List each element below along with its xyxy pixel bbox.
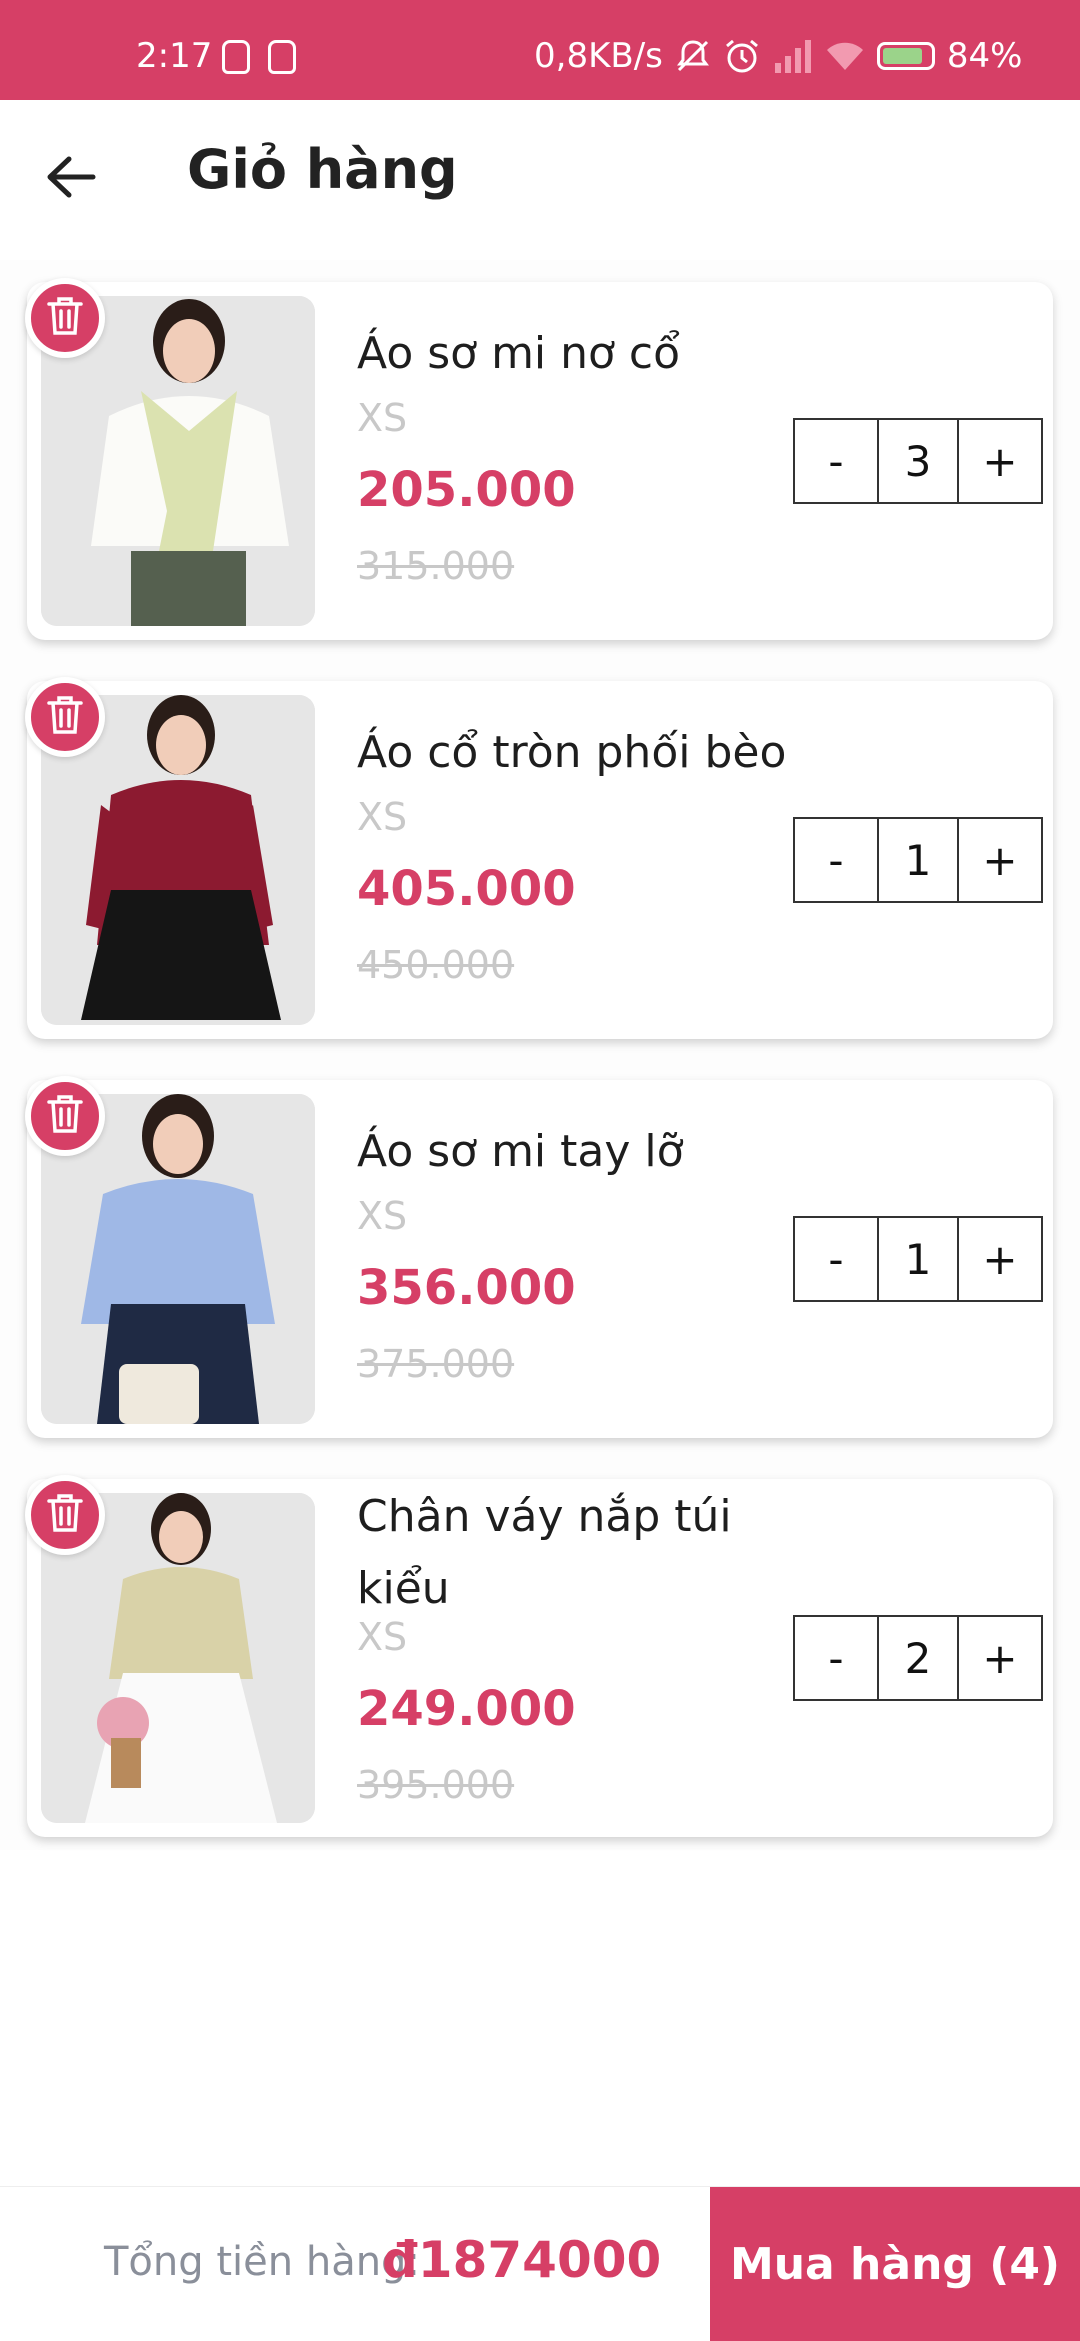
product-name: Áo sơ mi nơ cổ — [357, 328, 681, 379]
increase-button[interactable]: + — [959, 819, 1041, 901]
trash-icon — [45, 1093, 85, 1139]
cart-item[interactable]: Áo cổ tròn phối bèo XS 405.000 450.000 -… — [25, 677, 1053, 1039]
cart-item[interactable]: Áo sơ mi nơ cổ XS 205.000 315.000 - 3 + — [25, 278, 1053, 640]
decrease-button[interactable]: - — [795, 1617, 877, 1699]
product-size: XS — [357, 1194, 408, 1238]
network-speed: 0,8KB/s — [534, 36, 663, 76]
product-old-price: 395.000 — [357, 1763, 515, 1807]
signal-icon — [773, 39, 813, 73]
product-old-price: 450.000 — [357, 943, 515, 987]
increase-button[interactable]: + — [959, 1617, 1041, 1699]
quantity-stepper[interactable]: - 2 + — [793, 1615, 1043, 1701]
bell-off-icon — [675, 38, 711, 74]
product-price: 249.000 — [357, 1681, 576, 1737]
quantity-stepper[interactable]: - 1 + — [793, 1216, 1043, 1302]
quantity-value[interactable]: 1 — [876, 819, 960, 901]
cart-item[interactable]: Áo sơ mi tay lỡ XS 356.000 375.000 - 1 + — [25, 1076, 1053, 1438]
delete-button[interactable] — [25, 1076, 105, 1156]
cart-list[interactable]: Áo sơ mi nơ cổ XS 205.000 315.000 - 3 + — [0, 260, 1080, 1850]
status-bar: 2:17 0,8KB/s 84% — [0, 0, 1080, 100]
notification-app-icon — [268, 40, 296, 74]
product-name: Chân váy nắp túi kiểu — [357, 1491, 732, 1614]
delete-button[interactable] — [25, 677, 105, 757]
trash-icon — [45, 295, 85, 341]
increase-button[interactable]: + — [959, 1218, 1041, 1300]
product-name: Áo sơ mi tay lỡ — [357, 1126, 684, 1177]
back-button[interactable] — [36, 144, 106, 214]
total-value: đ1874000 — [382, 2231, 662, 2289]
delete-button[interactable] — [25, 278, 105, 358]
product-price: 205.000 — [357, 462, 576, 518]
delete-button[interactable] — [25, 1475, 105, 1555]
page-title: Giỏ hàng — [187, 138, 458, 201]
notification-icons — [222, 40, 296, 74]
product-old-price: 375.000 — [357, 1342, 515, 1386]
decrease-button[interactable]: - — [795, 1218, 877, 1300]
product-price: 405.000 — [357, 861, 576, 917]
trash-icon — [45, 694, 85, 740]
battery-percent: 84% — [946, 36, 1023, 76]
product-price: 356.000 — [357, 1260, 576, 1316]
quantity-value[interactable]: 3 — [876, 420, 960, 502]
quantity-stepper[interactable]: - 1 + — [793, 817, 1043, 903]
product-size: XS — [357, 795, 408, 839]
trash-icon — [45, 1492, 85, 1538]
product-name: Áo cổ tròn phối bèo — [357, 727, 787, 778]
quantity-value[interactable]: 1 — [876, 1218, 960, 1300]
wifi-icon — [825, 40, 865, 72]
decrease-button[interactable]: - — [795, 420, 877, 502]
quantity-value[interactable]: 2 — [876, 1617, 960, 1699]
product-size: XS — [357, 396, 408, 440]
status-time: 2:17 — [136, 36, 213, 76]
arrow-left-icon — [45, 155, 97, 203]
app-bar: Giỏ hàng — [0, 100, 1080, 260]
cart-item[interactable]: Chân váy nắp túi kiểu XS 249.000 395.000… — [25, 1475, 1053, 1837]
increase-button[interactable]: + — [959, 420, 1041, 502]
battery-charging-icon — [876, 42, 935, 70]
buy-button[interactable]: Mua hàng (4) — [710, 2187, 1080, 2341]
product-old-price: 315.000 — [357, 544, 515, 588]
notification-app-icon — [222, 40, 250, 74]
total-label: Tổng tiền hàng: — [104, 2239, 420, 2285]
quantity-stepper[interactable]: - 3 + — [793, 418, 1043, 504]
alarm-icon — [723, 37, 761, 75]
status-right: 0,8KB/s 84% — [534, 36, 1022, 76]
product-size: XS — [357, 1615, 408, 1659]
decrease-button[interactable]: - — [795, 819, 877, 901]
checkout-bar: Tổng tiền hàng: đ1874000 Mua hàng (4) — [0, 2186, 1080, 2341]
